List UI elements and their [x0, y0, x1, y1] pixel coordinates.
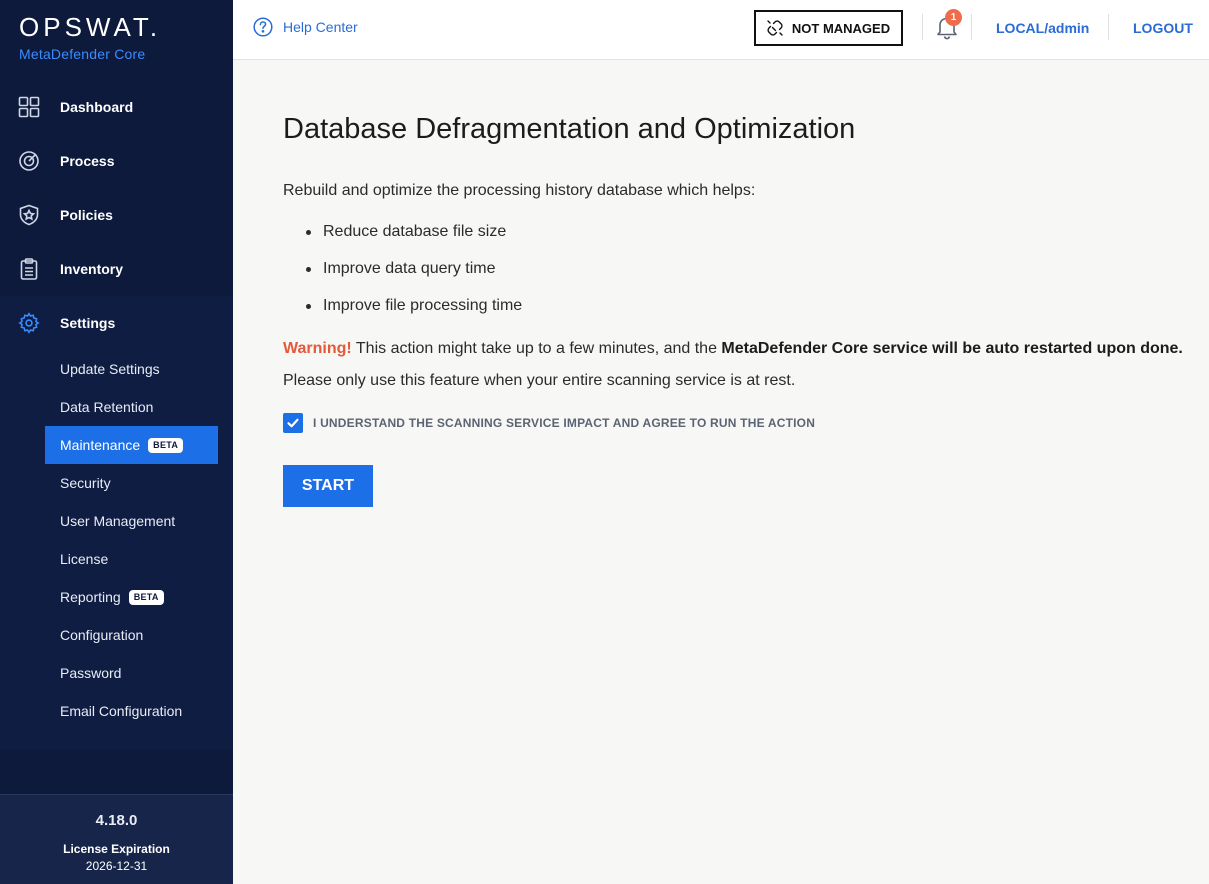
user-account-link[interactable]: LOCAL/admin [996, 20, 1089, 36]
submenu-email-configuration[interactable]: Email Configuration [0, 692, 233, 730]
list-item: Reduce database file size [283, 222, 522, 259]
submenu-label: Password [60, 665, 122, 681]
help-question-icon [253, 17, 273, 37]
license-expiration-label: License Expiration [63, 842, 170, 856]
beta-badge: BETA [148, 437, 184, 453]
checkmark-icon [287, 418, 299, 428]
top-bar: Help Center NOT MANAGED 1 LOCAL/admin LO… [233, 0, 1209, 60]
submenu-configuration[interactable]: Configuration [0, 616, 233, 654]
version-number: 4.18.0 [95, 812, 138, 829]
submenu-label: Data Retention [60, 399, 154, 415]
submenu-security[interactable]: Security [0, 464, 233, 502]
nav-item-policies[interactable]: Policies [0, 188, 233, 242]
gear-icon [18, 312, 40, 334]
not-managed-button[interactable]: NOT MANAGED [754, 10, 903, 46]
brand-name: OPSWAT. [19, 12, 162, 42]
agree-checkbox-row[interactable]: I UNDERSTAND THE SCANNING SERVICE IMPACT… [283, 413, 815, 433]
brand-logo[interactable]: OPSWAT. MetaDefender Core [19, 12, 161, 62]
dashboard-grid-icon [18, 96, 40, 118]
nav-item-process[interactable]: Process [0, 134, 233, 188]
rest-note: Please only use this feature when your e… [283, 372, 796, 389]
nav-item-inventory[interactable]: Inventory [0, 242, 233, 296]
submenu-update-settings[interactable]: Update Settings [0, 350, 233, 388]
main-nav: Dashboard Process Policies Inventory [0, 80, 233, 296]
submenu-password[interactable]: Password [0, 654, 233, 692]
beta-badge: BETA [128, 589, 164, 605]
intro-text: Rebuild and optimize the processing hist… [283, 182, 756, 199]
warning-message: Warning! This action might take up to a … [283, 340, 1183, 358]
nav-label: Dashboard [60, 99, 134, 115]
clipboard-icon [20, 258, 38, 280]
submenu-data-retention[interactable]: Data Retention [0, 388, 233, 426]
settings-submenu: Update Settings Data Retention Maintenan… [0, 350, 233, 730]
license-expiration-date: 2026-12-31 [85, 859, 148, 873]
submenu-label: Reporting [60, 589, 121, 605]
list-item: Improve file processing time [283, 296, 522, 333]
nav-item-settings[interactable]: Settings [0, 296, 233, 350]
submenu-label: License [60, 551, 109, 567]
nav-label: Settings [60, 315, 116, 331]
submenu-label: Configuration [60, 627, 144, 643]
unlink-icon [767, 20, 783, 36]
submenu-label: Update Settings [60, 361, 160, 377]
submenu-label: Security [60, 475, 111, 491]
page-title: Database Defragmentation and Optimizatio… [283, 113, 856, 145]
shield-star-icon [19, 204, 39, 226]
submenu-reporting[interactable]: Reporting BETA [0, 578, 233, 616]
warning-label: Warning! [283, 340, 352, 357]
nav-item-dashboard[interactable]: Dashboard [0, 80, 233, 134]
submenu-user-management[interactable]: User Management [0, 502, 233, 540]
header-divider [1108, 14, 1109, 40]
start-button[interactable]: START [283, 465, 373, 507]
help-center-link[interactable]: Help Center [253, 17, 358, 37]
submenu-maintenance[interactable]: Maintenance BETA [45, 426, 218, 464]
list-item: Improve data query time [283, 259, 522, 296]
product-name: MetaDefender Core [19, 46, 146, 62]
nav-label: Inventory [60, 261, 124, 277]
nav-label: Process [60, 153, 115, 169]
not-managed-label: NOT MANAGED [791, 20, 891, 36]
benefits-list: Reduce database file size Improve data q… [283, 222, 522, 333]
warning-emphasis: MetaDefender Core service will be auto r… [721, 340, 1183, 357]
submenu-label: Email Configuration [60, 703, 183, 719]
submenu-license[interactable]: License [0, 540, 233, 578]
target-icon [19, 151, 39, 171]
header-divider [971, 14, 972, 40]
nav-label: Policies [60, 207, 113, 223]
notification-count-badge: 1 [945, 9, 962, 26]
submenu-label: User Management [60, 513, 176, 529]
sidebar: OPSWAT. MetaDefender Core Dashboard Proc… [0, 0, 233, 884]
warning-text: This action might take up to a few minut… [351, 340, 722, 357]
logout-button[interactable]: LOGOUT [1133, 20, 1193, 36]
submenu-label: Maintenance [60, 437, 141, 453]
agree-checkbox[interactable] [283, 413, 303, 433]
agree-label: I UNDERSTAND THE SCANNING SERVICE IMPACT… [313, 416, 816, 430]
header-divider [922, 14, 923, 40]
sidebar-footer: 4.18.0 License Expiration 2026-12-31 [0, 794, 233, 884]
help-center-label: Help Center [283, 19, 358, 35]
settings-section: Settings Update Settings Data Retention … [0, 296, 233, 750]
